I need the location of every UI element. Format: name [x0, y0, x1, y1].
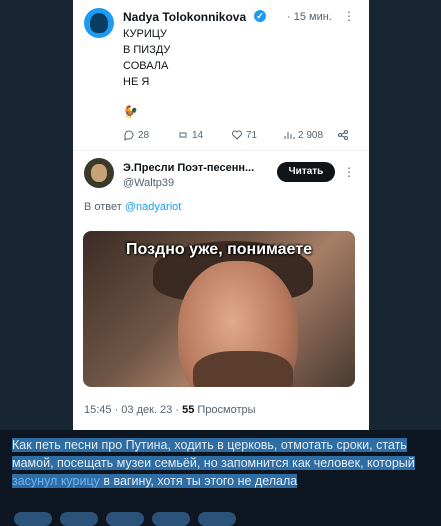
reply-author-avatar — [84, 158, 114, 188]
tweet-author-name: Nadya Tolokonnikova — [123, 10, 247, 24]
caption-text-start: Как петь песни про Путина, ходить в церк… — [12, 438, 415, 470]
reply-author-name: Э.Пресли Поэт-песенн... — [123, 162, 255, 174]
reaction-chip[interactable] — [14, 512, 52, 526]
retweet-icon — [179, 132, 187, 138]
caption-text-end: в вагину, хотя ты этого не делала — [99, 474, 298, 488]
reaction-chip[interactable] — [152, 512, 190, 526]
tweet-actions: 28 14 71 2 908 — [123, 129, 353, 143]
share-action — [337, 129, 349, 141]
reactions-bar — [14, 512, 434, 526]
caption-link[interactable]: засунул курицу — [12, 474, 100, 488]
views-action: 2 908 — [283, 129, 323, 141]
more-options-icon: ⋮ — [343, 165, 355, 179]
views-count: 2 908 — [298, 129, 324, 141]
reaction-chip[interactable] — [198, 512, 236, 526]
follow-button: Читать — [277, 162, 335, 182]
tweet-text: КУРИЦУ В ПИЗДУ СОВАЛА НЕ Я — [123, 28, 171, 88]
tweet-screenshot[interactable]: Nadya Tolokonnikova ✓ · 15 мин. ⋮ КУРИЦУ… — [73, 0, 369, 430]
tweet-views-label: Просмотры — [197, 404, 256, 416]
more-options-icon: ⋮ — [343, 9, 355, 23]
heart-icon — [232, 130, 242, 140]
like-count: 71 — [246, 129, 258, 141]
reaction-chip[interactable] — [106, 512, 144, 526]
tweet-timestamp: 15:45 · 03 дек. 23 · — [84, 404, 180, 416]
reply-to-prefix: В ответ — [84, 201, 122, 213]
author-avatar — [84, 8, 114, 38]
like-action: 71 — [231, 129, 257, 141]
tweet-time: · 15 мин. — [287, 11, 332, 23]
reaction-chip[interactable] — [60, 512, 98, 526]
views-icon — [284, 132, 295, 139]
reply-media-image: Поздно уже, понимаете — [83, 231, 355, 387]
reply-count: 28 — [138, 129, 150, 141]
tweet-meta: 15:45 · 03 дек. 23 · 55 Просмотры — [84, 404, 256, 416]
reply-author-handle: @Waltp39 — [123, 177, 175, 189]
media-caption: Поздно уже, понимаете — [126, 241, 312, 258]
reply-to-mention: @nadyariot — [124, 201, 182, 213]
message-caption[interactable]: Как петь песни про Путина, ходить в церк… — [12, 436, 420, 490]
reply-icon — [124, 130, 134, 141]
tweet-divider — [73, 150, 369, 151]
reply-to-line: В ответ @nadyariot — [84, 201, 181, 213]
rooster-emoji: 🐓 — [123, 105, 138, 119]
verified-icon: ✓ — [254, 10, 266, 22]
retweet-count: 14 — [192, 129, 204, 141]
retweet-action: 14 — [177, 129, 203, 141]
share-icon — [338, 130, 348, 140]
tweet-views-count: 55 — [182, 404, 195, 416]
reply-action: 28 — [123, 129, 149, 141]
